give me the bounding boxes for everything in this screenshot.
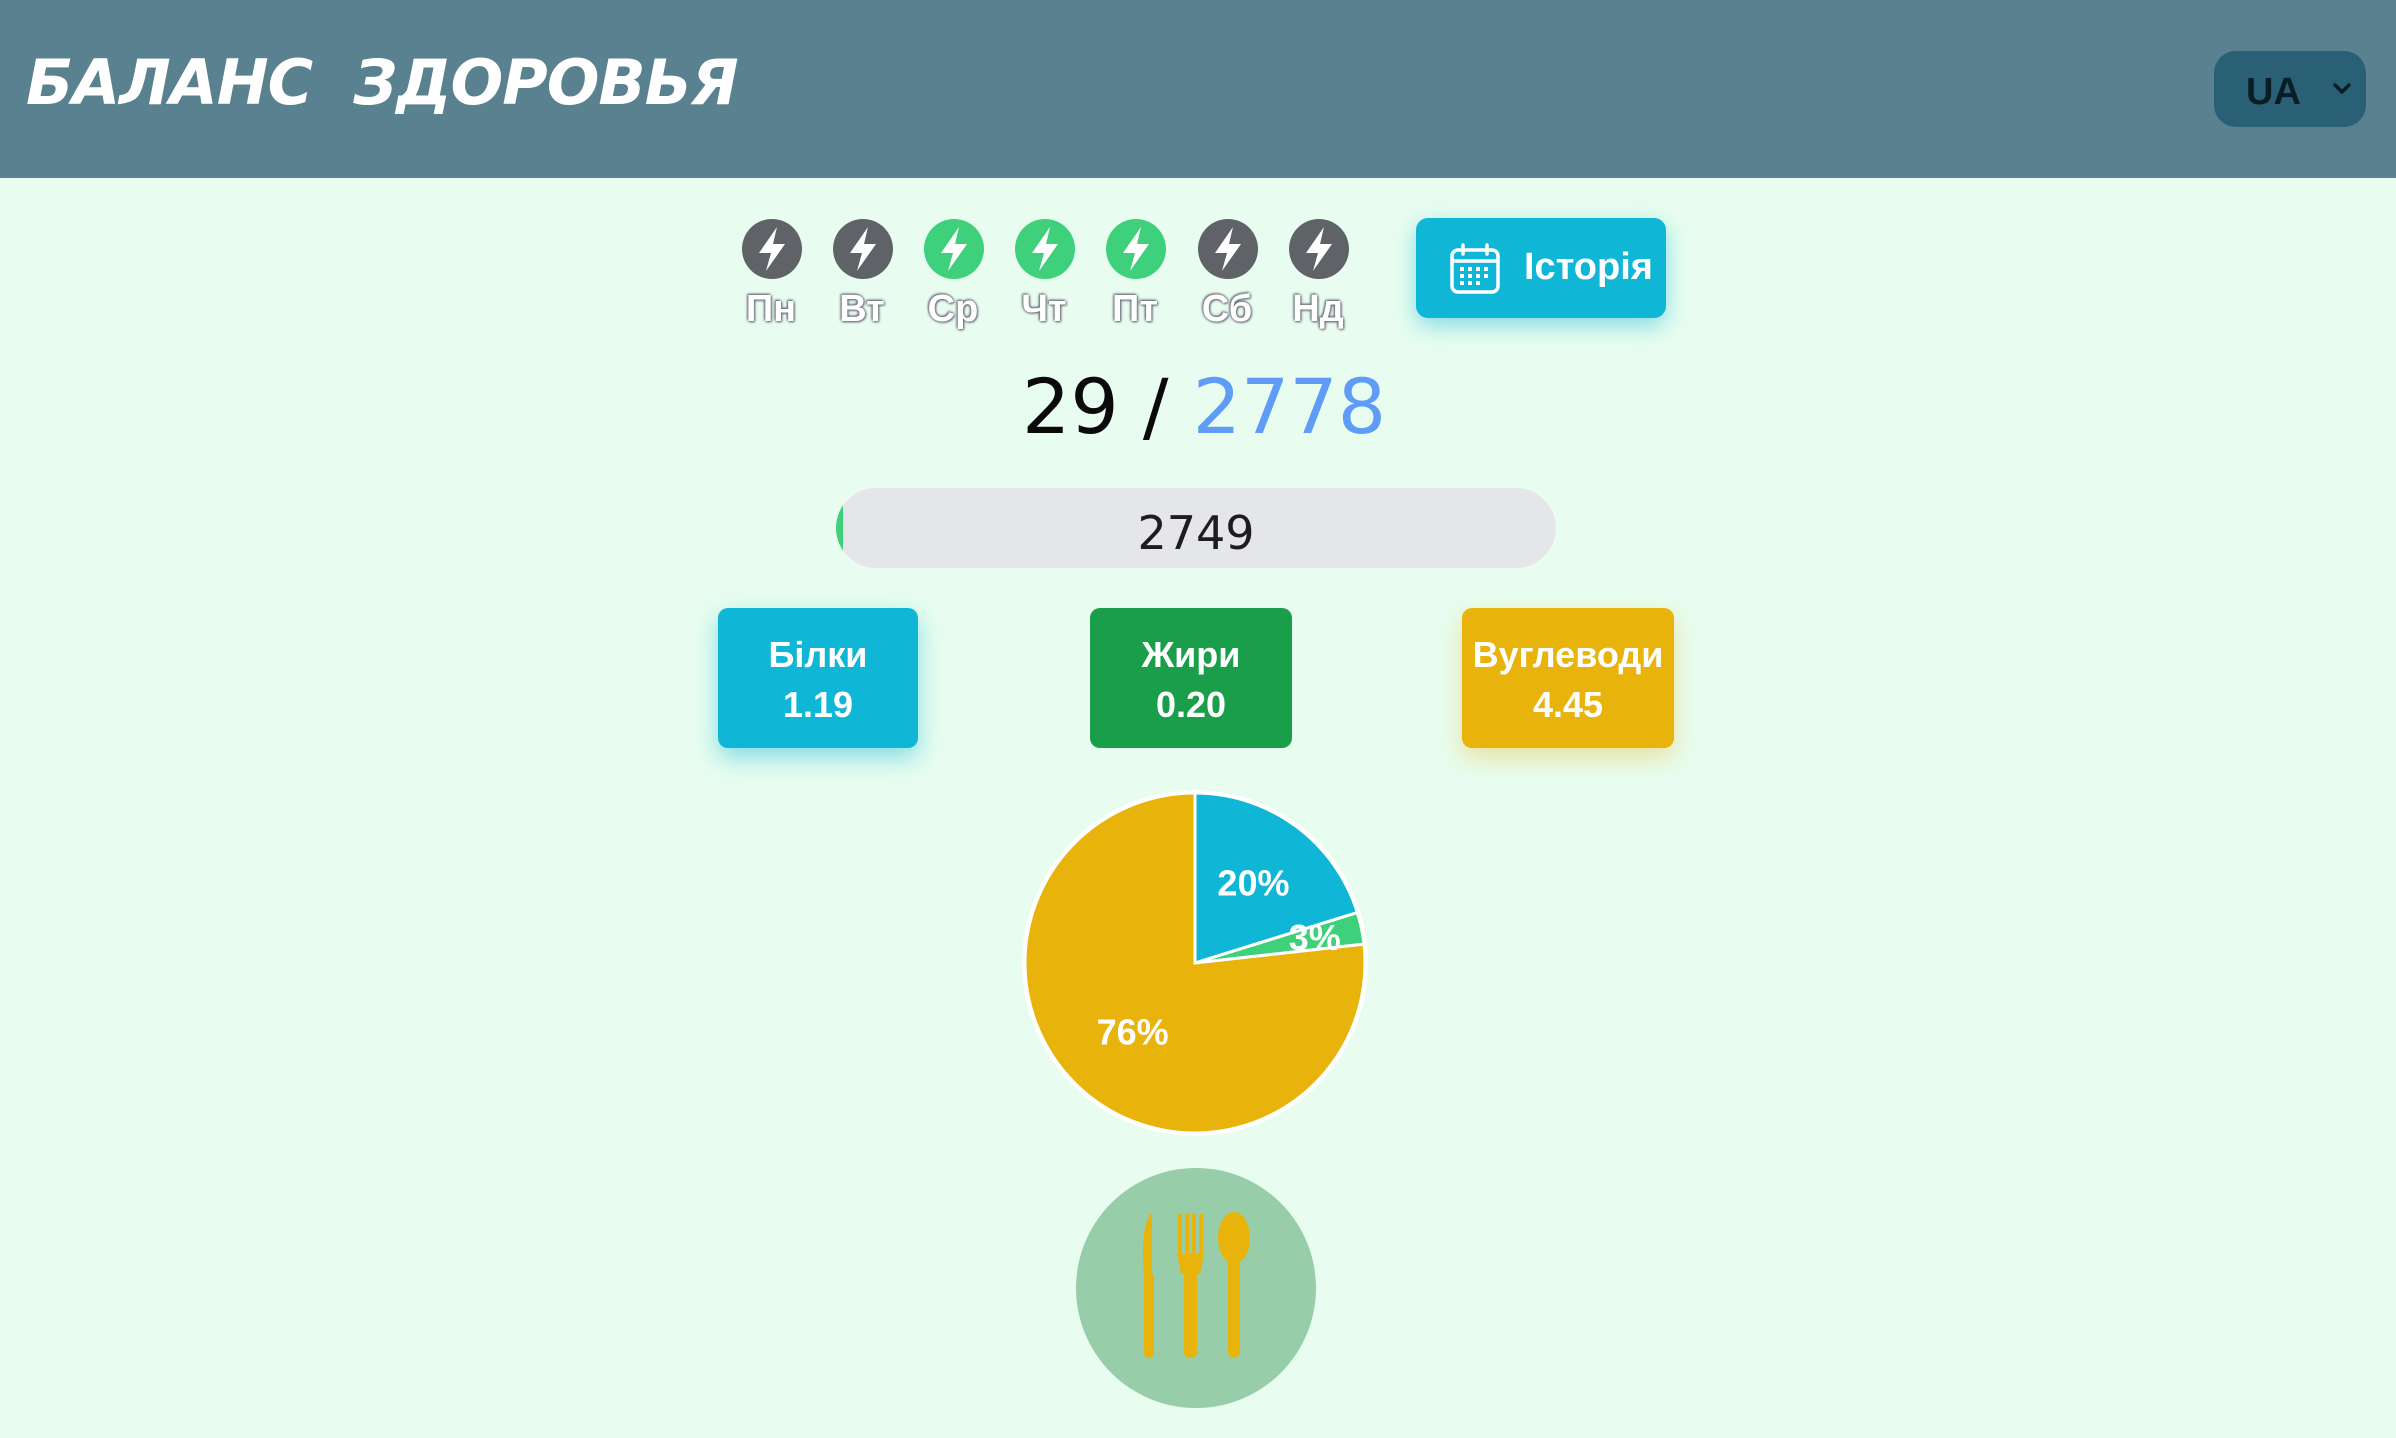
calendar-icon [1450,243,1500,294]
calories-consumed: 29 [1022,362,1119,451]
history-button[interactable]: Історія [1416,218,1666,318]
day-thu[interactable]: Чт [1004,218,1084,338]
calories-remaining: 2749 [1137,506,1255,560]
fat-label: Жири [1141,634,1241,675]
pie-label-0: 20% [1217,863,1289,904]
day-mon[interactable]: Пн [731,218,811,338]
lightning-icon [1198,219,1258,279]
language-select[interactable]: UA [2214,51,2366,127]
lightning-icon [1106,219,1166,279]
add-meal-button[interactable] [1076,1168,1316,1408]
calorie-progress-bar: 2749 [836,488,1556,568]
carbs-label: Вуглеводи [1472,634,1664,675]
protein-label: Білки [768,634,868,675]
carbs-value: 4.45 [1532,684,1604,725]
fat-value: 0.20 [1155,684,1227,725]
pie-label-1: 3% [1289,917,1341,958]
fat-card: Жири 0.20 [1090,608,1292,748]
history-label: Історія [1524,246,1653,288]
lightning-icon [833,219,893,279]
calories-target: 2778 [1192,362,1387,451]
protein-card: Білки 1.19 [718,608,918,748]
cutlery-icon [1142,1212,1250,1358]
day-label: Пн [745,288,797,330]
chevron-down-icon [2333,83,2351,94]
day-sun[interactable]: Нд [1278,218,1358,338]
day-label: Вт [839,288,885,330]
calories-separator: / [1118,362,1193,451]
macro-pie-chart: 20%3% 76% [1022,790,1368,1136]
language-value: UA [2246,71,2301,113]
lightning-icon [1015,219,1075,279]
day-label: Сб [1201,288,1253,330]
lightning-icon [924,219,984,279]
pie-label-2: 76% [1097,1012,1169,1053]
day-wed[interactable]: Ср [913,218,993,338]
carbs-card: Вуглеводи 4.45 [1462,608,1674,748]
day-sat[interactable]: Сб [1187,218,1267,338]
app-brand[interactable]: БАЛАНС ЗДОРОВЬЯ [26,46,739,119]
day-label: Ср [927,288,979,330]
day-fri[interactable]: Пт [1095,218,1175,338]
lightning-icon [742,219,802,279]
day-label: Пт [1112,288,1158,330]
lightning-icon [1289,219,1349,279]
day-label: Чт [1021,288,1067,330]
calorie-summary: 29 / 2778 [1022,362,1386,451]
protein-value: 1.19 [782,684,854,725]
app-header: БАЛАНС ЗДОРОВЬЯ UA [0,0,2396,178]
day-tue[interactable]: Вт [822,218,902,338]
day-label: Нд [1292,288,1344,330]
